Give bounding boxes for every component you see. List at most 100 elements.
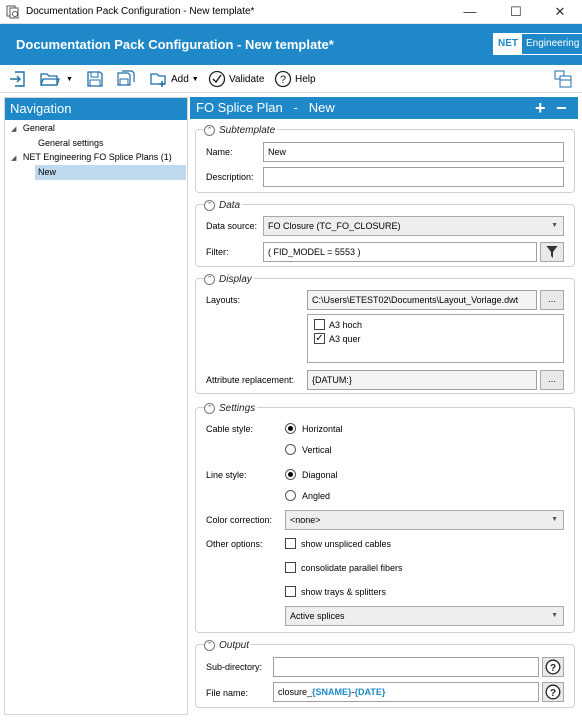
expand-arrow-icon[interactable]: ◢ (11, 126, 16, 133)
collapse-icon[interactable]: ⌃ (204, 640, 215, 651)
splices-select[interactable]: Active splices ▼ (285, 606, 564, 626)
help-button[interactable]: ? Help (274, 68, 316, 90)
layout-option-a3-quer[interactable]: ✓ A3 quer (314, 333, 361, 344)
add-button[interactable]: Add ▼ (150, 68, 199, 90)
file-name-prefix: closure_ (278, 687, 313, 697)
tree-item-general[interactable]: ◢ General (11, 123, 55, 133)
tree-item-new[interactable]: New (35, 165, 186, 180)
placeholder-date: {DATE} (354, 687, 386, 697)
name-input[interactable]: New (263, 142, 564, 162)
splices-value: Active splices (290, 611, 345, 621)
subtemplate-heading[interactable]: ⌃ Subtemplate (204, 125, 278, 136)
output-heading-label: Output (219, 640, 250, 651)
collapse-icon[interactable]: ⌃ (204, 200, 215, 211)
funnel-icon (546, 246, 558, 258)
open-button[interactable]: ▼ (40, 68, 73, 90)
filter-input[interactable]: ( FID_MODEL = 5553 ) (263, 242, 537, 262)
svg-text:?: ? (280, 74, 286, 86)
checkbox-checked-icon[interactable]: ✓ (314, 333, 325, 344)
maximize-button[interactable]: ☐ (494, 0, 538, 24)
tree-item-general-settings[interactable]: General settings (38, 138, 104, 148)
line-style-angled[interactable]: Angled (285, 490, 330, 501)
option-parallel-label: consolidate parallel fibers (301, 562, 403, 573)
save-button[interactable] (86, 68, 104, 90)
data-source-select[interactable]: FO Closure (TC_FO_CLOSURE) ▼ (263, 216, 564, 236)
description-input[interactable] (263, 167, 564, 187)
attribute-browse-button[interactable]: ... (540, 370, 564, 390)
close-button[interactable]: ✕ (538, 0, 582, 24)
validate-button[interactable]: Validate (208, 68, 264, 90)
placeholder-sname: {SNAME} (312, 687, 352, 697)
settings-heading[interactable]: ⌃ Settings (204, 403, 258, 414)
output-heading[interactable]: ⌃ Output (204, 640, 252, 651)
cable-style-label: Cable style: (206, 424, 254, 434)
tree-item-splice-plans-label: NET Engineering FO Splice Plans (1) (22, 152, 172, 162)
sub-directory-label: Sub-directory: (206, 662, 263, 672)
filter-label: Filter: (206, 247, 229, 257)
layout-toggle-button[interactable] (554, 68, 572, 90)
expand-arrow-icon[interactable]: ◢ (11, 155, 16, 162)
layouts-path-input[interactable]: C:\Users\ETEST02\Documents\Layout_Vorlag… (307, 290, 537, 310)
checkbox-unchecked-icon[interactable] (285, 562, 296, 573)
option-show-trays-splitters[interactable]: show trays & splitters (285, 586, 386, 597)
layout-option-a3-hoch[interactable]: A3 hoch (314, 319, 362, 330)
file-name-input[interactable]: closure_{SNAME}-{DATE} (273, 682, 539, 702)
validate-label: Validate (229, 73, 265, 85)
radio-unselected-icon[interactable] (285, 490, 296, 501)
radio-unselected-icon[interactable] (285, 444, 296, 455)
import-button[interactable] (9, 68, 27, 90)
sub-directory-input[interactable] (273, 657, 539, 677)
output-group: ⌃ Output Sub-directory: ? File name: clo… (195, 640, 575, 708)
tree-item-splice-plans[interactable]: ◢ NET Engineering FO Splice Plans (1) (11, 152, 172, 162)
add-subtemplate-button[interactable]: + (535, 97, 546, 119)
import-icon (10, 71, 25, 87)
radio-selected-icon[interactable] (285, 423, 296, 434)
window-title: Documentation Pack Configuration - New t… (26, 6, 255, 17)
layout-option-label: A3 quer (329, 333, 361, 344)
header-title: Documentation Pack Configuration - New t… (16, 37, 334, 52)
window-title-bar: Documentation Pack Configuration - New t… (0, 0, 582, 24)
layouts-list: A3 hoch ✓ A3 quer (307, 314, 564, 363)
collapse-icon[interactable]: ⌃ (204, 403, 215, 414)
help-icon: ? (274, 70, 292, 88)
help-label: Help (295, 73, 316, 85)
name-label: Name: (206, 147, 233, 157)
settings-group: ⌃ Settings Cable style: Horizontal Verti… (195, 403, 575, 633)
checkbox-unchecked-icon[interactable] (285, 538, 296, 549)
data-source-value: FO Closure (TC_FO_CLOSURE) (268, 221, 401, 231)
net-engineering-logo: NET Engineering (493, 33, 582, 55)
other-options-label: Other options: (206, 539, 263, 549)
collapse-icon[interactable]: ⌃ (204, 125, 215, 136)
radio-selected-icon[interactable] (285, 469, 296, 480)
save-all-button[interactable] (117, 68, 137, 90)
layouts-browse-button[interactable]: ... (540, 290, 564, 310)
main-header: FO Splice Plan - New + − (190, 97, 578, 119)
color-correction-select[interactable]: <none> ▼ (285, 510, 564, 530)
chevron-down-icon: ▼ (551, 612, 558, 619)
check-circle-icon (208, 70, 226, 88)
cable-vertical-label: Vertical (302, 444, 332, 455)
toolbar: ▼ Add ▼ Validate ? Help (0, 65, 582, 93)
collapse-icon[interactable]: ⌃ (204, 274, 215, 285)
subtemplate-group: ⌃ Subtemplate Name: New Description: (195, 125, 575, 193)
file-name-label: File name: (206, 688, 249, 698)
sub-directory-help-button[interactable]: ? (542, 657, 564, 677)
data-heading[interactable]: ⌃ Data (204, 200, 243, 211)
chevron-down-icon: ▼ (551, 516, 558, 523)
cable-style-horizontal[interactable]: Horizontal (285, 423, 343, 434)
display-heading[interactable]: ⌃ Display (204, 274, 254, 285)
minimize-button[interactable]: — (448, 0, 492, 24)
attribute-replacement-input[interactable]: {DATUM:} (307, 370, 537, 390)
display-group: ⌃ Display Layouts: C:\Users\ETEST02\Docu… (195, 274, 575, 394)
option-consolidate-parallel-fibers[interactable]: consolidate parallel fibers (285, 562, 403, 573)
remove-subtemplate-button[interactable]: − (556, 97, 567, 119)
cable-style-vertical[interactable]: Vertical (285, 444, 332, 455)
add-icon (150, 73, 166, 87)
checkbox-unchecked-icon[interactable] (314, 319, 325, 330)
file-name-help-button[interactable]: ? (542, 682, 564, 702)
line-style-diagonal[interactable]: Diagonal (285, 469, 338, 480)
checkbox-unchecked-icon[interactable] (285, 586, 296, 597)
option-trays-label: show trays & splitters (301, 586, 387, 597)
filter-button[interactable] (540, 242, 564, 262)
option-show-unspliced-cables[interactable]: show unspliced cables (285, 538, 391, 549)
